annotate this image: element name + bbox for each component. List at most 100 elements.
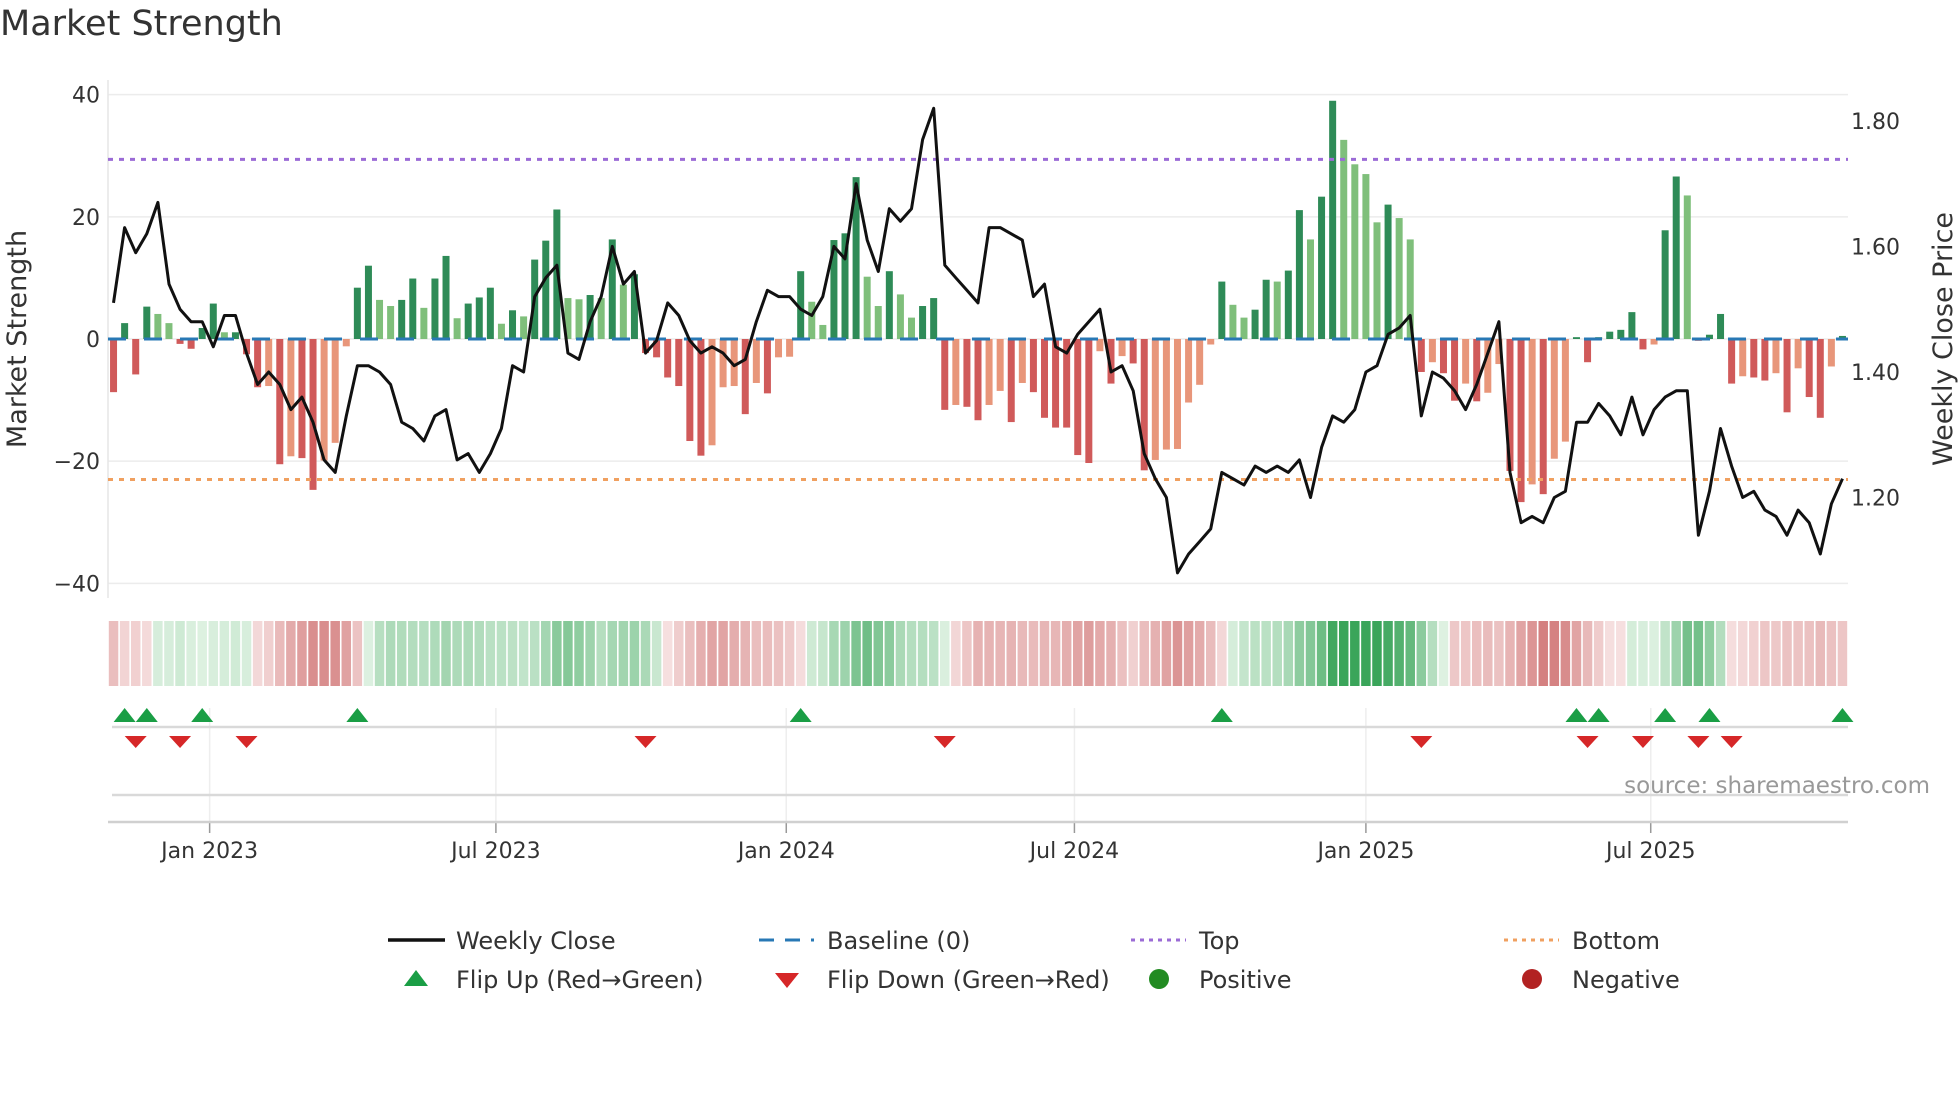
strength-bar <box>154 313 162 339</box>
heat-strip-cell <box>1095 621 1105 686</box>
flip-down-marker <box>1576 736 1599 748</box>
heat-strip-cell <box>130 621 141 686</box>
flip-up-marker <box>1654 708 1677 722</box>
strength-bar <box>1805 339 1813 398</box>
strength-bar <box>952 339 960 405</box>
strength-bar <box>1606 331 1614 339</box>
heat-strip-cell <box>696 621 706 686</box>
heat-strip-cell <box>541 621 551 686</box>
legend-item-line: Weekly Close <box>388 927 616 955</box>
y2-tick-label: 1.40 <box>1851 361 1900 386</box>
heat-strip-cell <box>1161 621 1172 686</box>
strength-bar <box>974 339 982 421</box>
strength-bar <box>697 339 705 456</box>
flip-up-marker <box>789 708 812 722</box>
strength-bar <box>1295 210 1303 339</box>
strength-bar <box>1029 339 1037 393</box>
heat-strip-cell <box>1283 621 1294 686</box>
heat-strip-cell <box>585 621 595 686</box>
strength-bar <box>1018 339 1026 383</box>
heat-strip-cell <box>1106 621 1116 686</box>
flip-down-marker <box>933 736 956 748</box>
heat-strip-cell <box>895 621 906 686</box>
strength-bar <box>1572 337 1580 339</box>
strength-bar <box>1351 164 1359 339</box>
x-tick-label: Jul 2023 <box>449 839 541 864</box>
strength-bar <box>575 299 583 339</box>
triangle-down-icon <box>775 973 799 988</box>
heat-strip-cell <box>884 621 895 686</box>
flip-down-marker <box>124 736 147 748</box>
strength-bar <box>1318 196 1326 339</box>
strength-bar <box>209 303 217 339</box>
heat-strip-cell <box>385 621 396 686</box>
x-tick-label: Jul 2025 <box>1604 839 1696 864</box>
strength-bar <box>1661 230 1669 339</box>
strength-bar <box>1329 100 1337 340</box>
strength-bar <box>1240 317 1248 339</box>
flip-down-marker <box>634 736 657 748</box>
strength-bar <box>1251 309 1259 339</box>
strength-bar <box>664 339 672 378</box>
heat-strip-cell <box>1006 621 1016 686</box>
heat-strip-cell <box>807 621 817 686</box>
strength-bar <box>1750 339 1758 378</box>
strength-bar <box>930 298 938 339</box>
strength-bar <box>1550 339 1558 459</box>
heat-strip-cell <box>729 621 739 686</box>
heat-strip-cell <box>1427 621 1438 686</box>
strength-bar <box>420 307 428 339</box>
heat-strip-cell <box>1616 621 1626 686</box>
legend-label: Positive <box>1199 966 1292 994</box>
heat-strip-cell <box>1272 621 1282 686</box>
strength-bar <box>1584 339 1592 363</box>
legend-label: Flip Down (Green→Red) <box>827 966 1110 994</box>
strength-bar <box>941 339 949 410</box>
strength-bar <box>1739 339 1747 377</box>
heat-strip-cell <box>1327 621 1338 686</box>
strength-bar <box>1439 339 1447 374</box>
strength-bar <box>1816 339 1824 418</box>
heat-strip-cell <box>1771 621 1781 686</box>
strength-bar <box>786 339 794 357</box>
strength-bar <box>1428 339 1436 363</box>
heat-strip-cell <box>1826 621 1837 686</box>
heat-strip-cell <box>419 621 429 686</box>
heat-strip-cell <box>740 621 751 686</box>
heat-strip-cell <box>917 621 928 686</box>
heat-strip-cell <box>1627 621 1637 686</box>
legend-item-triangle-down: Flip Down (Green→Red) <box>775 966 1110 994</box>
heat-strip-cell <box>1172 621 1183 686</box>
heat-strip-cell <box>1671 621 1681 686</box>
heat-strip-cell <box>1228 621 1238 686</box>
heat-strip-cell <box>685 621 695 686</box>
strength-bar <box>1395 218 1403 339</box>
strength-bar <box>1040 339 1048 418</box>
strength-bar <box>1384 204 1392 339</box>
strength-bar <box>1517 339 1525 503</box>
heat-strip-cell <box>1028 621 1039 686</box>
strength-bar <box>265 339 273 387</box>
heat-strip-cell <box>563 621 573 686</box>
legend-item-dot-purple: Top <box>1131 927 1240 955</box>
heat-strip-cell <box>341 621 352 686</box>
strength-bar <box>752 339 760 383</box>
heat-strip-cell <box>1638 621 1648 686</box>
heat-strip-cell <box>1438 621 1449 686</box>
flip-up-marker <box>1210 708 1233 722</box>
strength-bar <box>1074 339 1082 456</box>
strength-bar <box>387 306 395 339</box>
heat-strip-cell <box>1560 621 1571 686</box>
strength-bar <box>1229 304 1237 339</box>
strength-bar <box>464 303 472 339</box>
strength-bar <box>486 287 494 339</box>
heat-strip-cell <box>1416 621 1427 686</box>
heat-strip-cell <box>1250 621 1260 686</box>
heat-strip-cell <box>995 621 1005 686</box>
y2-tick-label: 1.60 <box>1851 235 1900 260</box>
strength-bar <box>1129 339 1137 364</box>
heat-strip-cell <box>374 621 385 686</box>
strength-bar <box>1362 174 1370 339</box>
legend-item-dash: Baseline (0) <box>759 927 970 955</box>
strength-bar <box>1085 339 1093 464</box>
